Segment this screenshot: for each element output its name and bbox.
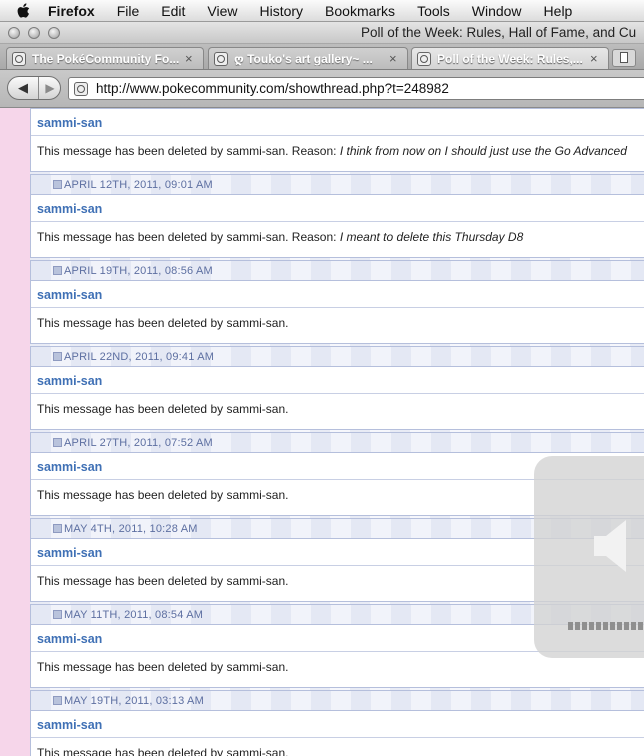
post-divider [31, 221, 644, 222]
post-delete-reason: I think from now on I should just use th… [339, 144, 627, 158]
post-header: MAY 19TH, 2011, 03:13 AM [30, 690, 644, 710]
post-icon [53, 266, 62, 275]
tab-touko-art-gallery[interactable]: ღ Touko's art gallery~ ... × [208, 47, 408, 69]
post-icon [53, 610, 62, 619]
tab-label: The PokéCommunity Fo... [32, 51, 179, 66]
post-divider [31, 135, 644, 136]
close-tab-icon[interactable]: × [389, 51, 403, 66]
close-tab-icon[interactable]: × [185, 51, 199, 66]
post-icon [53, 696, 62, 705]
tab-label: Poll of the Week: Rules,... [437, 51, 583, 66]
post-body: sammi-san This message has been deleted … [30, 366, 644, 430]
post-date: APRIL 19TH, 2011, 08:56 AM [64, 265, 213, 277]
menu-history[interactable]: History [259, 3, 303, 19]
window-title-bar: Poll of the Week: Rules, Hall of Fame, a… [0, 22, 644, 44]
volume-overlay [534, 456, 644, 658]
post-message: This message has been deleted by sammi-s… [37, 746, 289, 756]
menu-help[interactable]: Help [544, 3, 573, 19]
tab-label: ღ Touko's art gallery~ ... [234, 51, 373, 66]
post-message: This message has been deleted by sammi-s… [37, 574, 289, 588]
menu-file[interactable]: File [117, 3, 140, 19]
post-date: MAY 19TH, 2011, 03:13 AM [64, 695, 204, 707]
speaker-icon [594, 520, 626, 572]
tab-bar: The PokéCommunity Fo... × ღ Touko's art … [0, 44, 644, 70]
zoom-window-button[interactable] [48, 27, 60, 39]
forward-button[interactable]: ▶ [39, 77, 61, 99]
post-message: This message has been deleted by sammi-s… [37, 488, 289, 502]
post-message: This message has been deleted by sammi-s… [37, 402, 289, 416]
post-icon [53, 438, 62, 447]
post-item: sammi-san This message has been deleted … [30, 108, 644, 174]
post-divider [31, 393, 644, 394]
menu-edit[interactable]: Edit [161, 3, 185, 19]
post-date: APRIL 12TH, 2011, 09:01 AM [64, 179, 213, 191]
menu-app-firefox[interactable]: Firefox [48, 3, 95, 19]
post-item: MAY 19TH, 2011, 03:13 AM sammi-san This … [30, 690, 644, 756]
post-author-link[interactable]: sammi-san [37, 632, 102, 646]
close-tab-icon[interactable]: × [590, 51, 604, 66]
post-divider [31, 307, 644, 308]
back-button[interactable]: ◀ [8, 77, 39, 99]
post-icon [53, 180, 62, 189]
back-forward-group: ◀ ▶ [7, 76, 61, 100]
minimize-window-button[interactable] [28, 27, 40, 39]
page-content: sammi-san This message has been deleted … [0, 108, 644, 756]
post-body: sammi-san This message has been deleted … [30, 108, 644, 172]
post-header: APRIL 27TH, 2011, 07:52 AM [30, 432, 644, 452]
post-delete-reason: I meant to delete this Thursday D8 [339, 230, 524, 244]
site-favicon-icon [12, 51, 26, 66]
window-title: Poll of the Week: Rules, Hall of Fame, a… [361, 25, 637, 40]
post-body: sammi-san This message has been deleted … [30, 194, 644, 258]
post-message: This message has been deleted by sammi-s… [37, 316, 289, 330]
post-message: This message has been deleted by sammi-s… [37, 230, 524, 244]
post-icon [53, 524, 62, 533]
post-author-link[interactable]: sammi-san [37, 116, 102, 130]
menu-bookmarks[interactable]: Bookmarks [325, 3, 395, 19]
tab-poll-of-the-week[interactable]: Poll of the Week: Rules,... × [411, 47, 609, 69]
url-bar[interactable] [68, 77, 644, 100]
mac-menu-bar: Firefox File Edit View History Bookmarks… [0, 0, 644, 22]
tab-pokecommunity-forums[interactable]: The PokéCommunity Fo... × [6, 47, 204, 69]
post-date: APRIL 22ND, 2011, 09:41 AM [64, 351, 215, 363]
apple-menu-icon[interactable] [16, 2, 34, 20]
site-favicon-icon [214, 51, 228, 66]
post-author-link[interactable]: sammi-san [37, 718, 102, 732]
post-body: sammi-san This message has been deleted … [30, 710, 644, 756]
post-message: This message has been deleted by sammi-s… [37, 660, 289, 674]
new-tab-icon[interactable] [612, 49, 636, 67]
post-author-link[interactable]: sammi-san [37, 202, 102, 216]
menu-tools[interactable]: Tools [417, 3, 450, 19]
post-header: APRIL 19TH, 2011, 08:56 AM [30, 260, 644, 280]
menu-window[interactable]: Window [472, 3, 522, 19]
post-date: MAY 4TH, 2011, 10:28 AM [64, 523, 198, 535]
post-header: APRIL 22ND, 2011, 09:41 AM [30, 346, 644, 366]
post-author-link[interactable]: sammi-san [37, 374, 102, 388]
close-window-button[interactable] [8, 27, 20, 39]
post-author-link[interactable]: sammi-san [37, 288, 102, 302]
post-author-link[interactable]: sammi-san [37, 460, 102, 474]
page-left-margin [0, 108, 30, 756]
menu-view[interactable]: View [207, 3, 237, 19]
post-date: APRIL 27TH, 2011, 07:52 AM [64, 437, 213, 449]
post-date: MAY 11TH, 2011, 08:54 AM [64, 609, 204, 621]
post-item: APRIL 12TH, 2011, 09:01 AM sammi-san Thi… [30, 174, 644, 260]
site-favicon-icon [417, 51, 431, 66]
post-message: This message has been deleted by sammi-s… [37, 144, 627, 158]
post-icon [53, 352, 62, 361]
post-body: sammi-san This message has been deleted … [30, 280, 644, 344]
navigation-toolbar: ◀ ▶ [0, 70, 644, 108]
site-identity-icon[interactable] [74, 81, 88, 96]
post-author-link[interactable]: sammi-san [37, 546, 102, 560]
url-input[interactable] [96, 81, 616, 96]
post-item: APRIL 19TH, 2011, 08:56 AM sammi-san Thi… [30, 260, 644, 346]
post-divider [31, 737, 644, 738]
volume-level-meter [568, 622, 644, 630]
post-header: APRIL 12TH, 2011, 09:01 AM [30, 174, 644, 194]
post-item: APRIL 22ND, 2011, 09:41 AM sammi-san Thi… [30, 346, 644, 432]
